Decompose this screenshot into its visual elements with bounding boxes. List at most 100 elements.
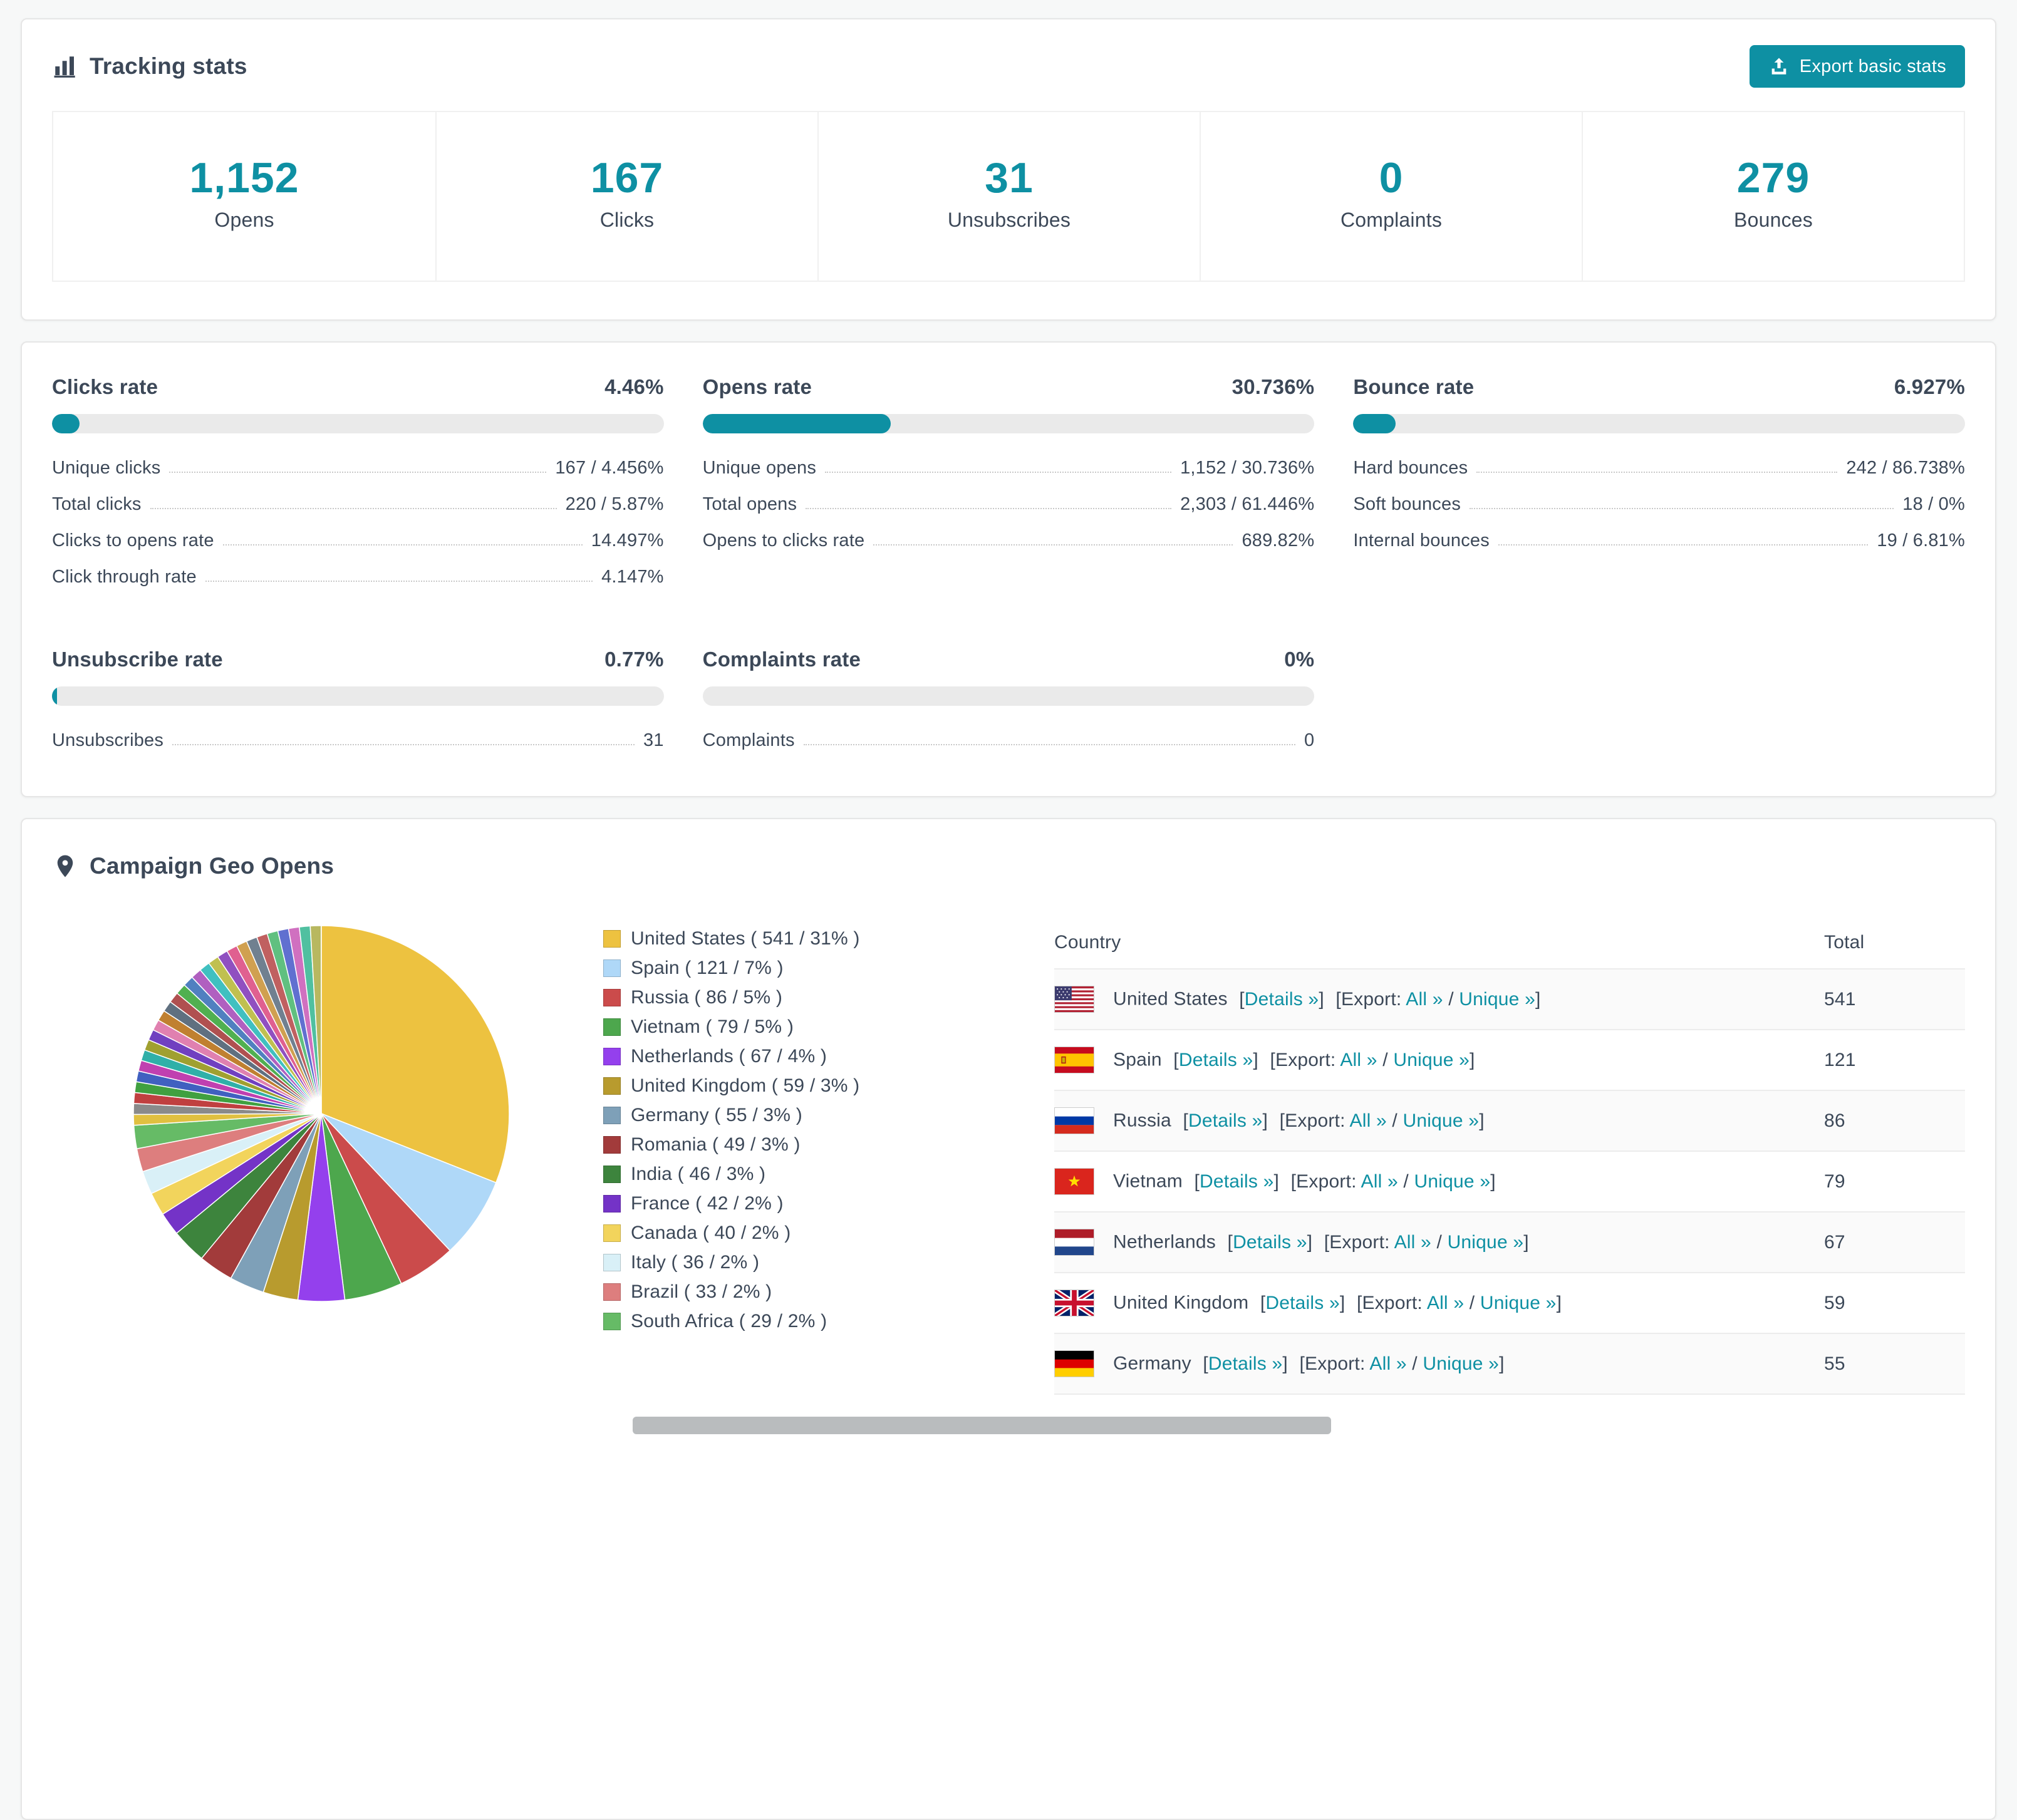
details-link[interactable]: Details »: [1233, 1232, 1307, 1253]
metric-value: 18 / 0%: [1902, 494, 1965, 514]
export-icon: [1768, 56, 1790, 77]
stat-label: Complaints: [1340, 209, 1443, 231]
bracket: [: [1239, 988, 1245, 1010]
details-link[interactable]: Details »: [1179, 1050, 1253, 1070]
rate-head: Complaints rate 0%: [703, 648, 1315, 671]
dotted-leader: [150, 499, 557, 509]
legend-item: Italy ( 36 / 2% ): [603, 1252, 1004, 1273]
rate-rows: Unique clicks 167 / 4.456% Total clicks …: [52, 450, 664, 595]
details-group: [Details »]: [1173, 1050, 1258, 1070]
export-basic-stats-button[interactable]: Export basic stats: [1749, 45, 1965, 88]
export-unique-link[interactable]: Unique »: [1459, 989, 1535, 1010]
table-row: Netherlands [Details »] [Export: All » /…: [1054, 1212, 1965, 1273]
rate-title: Unsubscribe rate: [52, 648, 223, 671]
export-all-link[interactable]: All »: [1394, 1232, 1431, 1253]
details-link[interactable]: Details »: [1200, 1171, 1274, 1192]
geo-content: United States ( 541 / 31% ) Spain ( 121 …: [52, 914, 1965, 1395]
total-cell: 121: [1824, 1030, 1965, 1091]
bracket: ]: [1479, 1110, 1485, 1131]
metric-value: 0: [1304, 730, 1315, 750]
rate-metric-row: Click through rate 4.147%: [52, 559, 664, 595]
rate-progress-bar: [52, 414, 664, 433]
rate-metric-row: Total clicks 220 / 5.87%: [52, 486, 664, 522]
export-unique-link[interactable]: Unique »: [1448, 1232, 1524, 1253]
table-row: Russia [Details »] [Export: All » / Uniq…: [1054, 1090, 1965, 1152]
details-link[interactable]: Details »: [1188, 1110, 1263, 1131]
geo-header: Campaign Geo Opens: [52, 844, 1965, 888]
export-button-label: Export basic stats: [1799, 56, 1946, 76]
dotted-leader: [825, 463, 1172, 473]
legend-label: Spain ( 121 / 7% ): [631, 958, 784, 978]
bracket: ]: [1307, 1231, 1313, 1253]
export-unique-link[interactable]: Unique »: [1480, 1293, 1557, 1313]
details-group: [Details »]: [1194, 1171, 1279, 1192]
details-group: [Details »]: [1228, 1232, 1313, 1253]
geo-table-wrap: Country Total United States [Details »] …: [1054, 918, 1965, 1395]
map-pin-icon: [52, 853, 78, 879]
country-flag-icon: [1054, 1229, 1094, 1256]
metric-label: Internal bounces: [1353, 530, 1490, 551]
export-all-link[interactable]: All »: [1406, 989, 1443, 1010]
geo-table: Country Total United States [Details »] …: [1054, 918, 1965, 1395]
rate-metric-row: Total opens 2,303 / 61.446%: [703, 486, 1315, 522]
legend-color-swatch: [603, 1077, 621, 1095]
export-unique-link[interactable]: Unique »: [1393, 1050, 1470, 1070]
table-row: Vietnam [Details »] [Export: All » / Uni…: [1054, 1151, 1965, 1212]
geo-title-text: Campaign Geo Opens: [90, 853, 334, 879]
separator: /: [1448, 988, 1454, 1010]
legend-color-swatch: [603, 989, 621, 1006]
rate-block: Complaints rate 0% Complaints 0: [702, 648, 1315, 758]
export-all-link[interactable]: All »: [1361, 1171, 1398, 1192]
table-row: Germany [Details »] [Export: All » / Uni…: [1054, 1333, 1965, 1395]
stat-box: 167 Clicks: [435, 112, 817, 281]
export-group: [Export: All » / Unique »]: [1357, 1293, 1562, 1313]
stat-value: 0: [1379, 154, 1404, 202]
metric-value: 4.147%: [601, 566, 664, 587]
bracket: ]: [1556, 1292, 1562, 1313]
legend-item: United Kingdom ( 59 / 3% ): [603, 1075, 1004, 1097]
country-cell: United Kingdom [Details »] [Export: All …: [1054, 1273, 1824, 1334]
metric-label: Soft bounces: [1353, 494, 1461, 514]
rate-head: Unsubscribe rate 0.77%: [52, 648, 664, 671]
stat-value: 1,152: [189, 154, 299, 202]
total-cell: 59: [1824, 1273, 1965, 1334]
rate-metric-row: Unsubscribes 31: [52, 722, 664, 758]
dotted-leader: [1476, 463, 1838, 473]
country-column-header: Country: [1054, 918, 1824, 969]
rate-progress-bar: [702, 686, 1315, 706]
export-all-link[interactable]: All »: [1427, 1293, 1464, 1313]
legend-item: Russia ( 86 / 5% ): [603, 987, 1004, 1008]
legend-label: India ( 46 / 3% ): [631, 1164, 766, 1184]
export-all-link[interactable]: All »: [1369, 1353, 1406, 1374]
separator: /: [1382, 1049, 1388, 1070]
total-column-header: Total: [1824, 918, 1965, 969]
export-unique-link[interactable]: Unique »: [1414, 1171, 1491, 1192]
dotted-leader: [1470, 499, 1894, 509]
legend-item: India ( 46 / 3% ): [603, 1164, 1004, 1185]
stat-box: 1,152 Opens: [53, 112, 435, 281]
legend-color-swatch: [603, 1166, 621, 1183]
details-link[interactable]: Details »: [1208, 1353, 1283, 1374]
dotted-leader: [1498, 535, 1869, 545]
details-link[interactable]: Details »: [1245, 989, 1319, 1010]
metric-value: 220 / 5.87%: [565, 494, 664, 514]
export-unique-link[interactable]: Unique »: [1423, 1353, 1499, 1374]
export-unique-link[interactable]: Unique »: [1403, 1110, 1480, 1131]
details-link[interactable]: Details »: [1265, 1293, 1340, 1313]
export-all-link[interactable]: All »: [1350, 1110, 1387, 1131]
campaign-geo-opens-card: Campaign Geo Opens United States ( 541 /…: [21, 818, 1996, 1820]
country-name: Spain: [1113, 1049, 1162, 1070]
horizontal-scrollbar-thumb[interactable]: [633, 1417, 1331, 1434]
legend-label: Vietnam ( 79 / 5% ): [631, 1016, 794, 1037]
geo-title: Campaign Geo Opens: [52, 853, 334, 879]
rate-rows: Hard bounces 242 / 86.738% Soft bounces …: [1353, 450, 1965, 559]
legend-label: Russia ( 86 / 5% ): [631, 987, 783, 1008]
metric-value: 31: [643, 730, 664, 750]
export-all-link[interactable]: All »: [1340, 1050, 1377, 1070]
country-cell: Russia [Details »] [Export: All » / Uniq…: [1054, 1090, 1824, 1152]
export-label: [Export:: [1290, 1171, 1357, 1192]
country-name: United States: [1113, 988, 1228, 1010]
rate-rows: Unique opens 1,152 / 30.736% Total opens…: [703, 450, 1315, 559]
stat-label: Bounces: [1734, 209, 1813, 231]
stat-value: 167: [590, 154, 664, 202]
